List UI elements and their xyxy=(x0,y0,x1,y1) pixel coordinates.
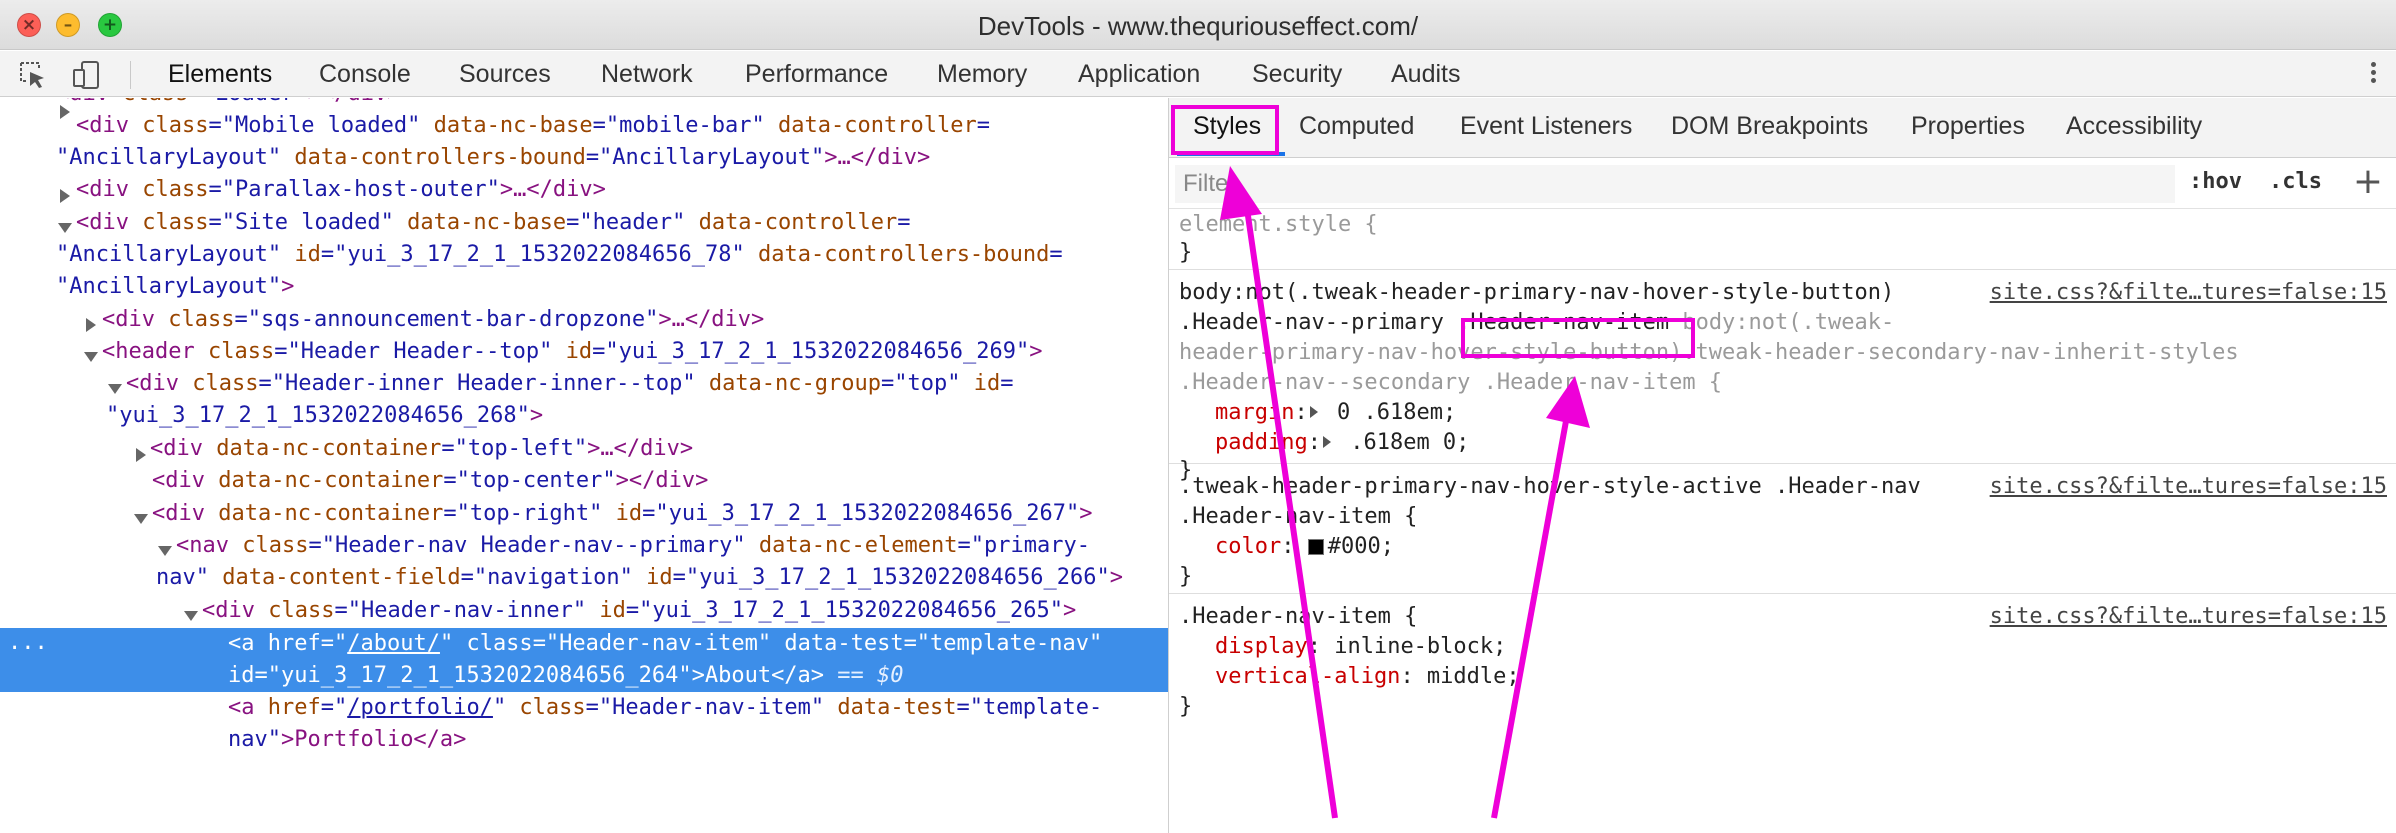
tab-application[interactable]: Application xyxy=(1078,60,1200,89)
dom-node-line-continuation: nav" data-content-field="navigation" id=… xyxy=(156,565,1123,590)
side-pane-tabs: Styles Computed Event Listeners DOM Brea… xyxy=(1169,98,2396,158)
dom-node-line[interactable]: <nav class="Header-nav Header-nav--prima… xyxy=(176,530,1090,562)
tab-memory[interactable]: Memory xyxy=(937,60,1027,89)
rule-source-link[interactable]: site.css?&filte…tures=false:15 xyxy=(1990,278,2387,308)
rule-selector[interactable]: element.style { xyxy=(1179,210,1378,240)
tab-console[interactable]: Console xyxy=(319,60,411,89)
dom-node-line-continuation: "AncillaryLayout"> xyxy=(56,274,295,299)
css-declaration[interactable]: color: #000; xyxy=(1215,532,1394,562)
styles-filter-input[interactable] xyxy=(1175,165,2175,203)
node-actions-ellipsis-icon[interactable]: ... xyxy=(8,630,48,655)
dom-node-line[interactable]: <div class="sqs-announcement-bar-dropzon… xyxy=(102,304,764,336)
rule-selector[interactable]: .Header-nav-item { xyxy=(1179,502,1417,532)
collapse-triangle-icon[interactable] xyxy=(84,352,98,362)
annotation-box-selector xyxy=(1461,318,1695,358)
dom-node-line-continuation: "AncillaryLayout" data-controllers-bound… xyxy=(56,145,931,170)
collapse-triangle-icon[interactable] xyxy=(184,611,198,621)
collapse-triangle-icon[interactable] xyxy=(134,514,148,524)
hover-state-toggle[interactable]: :hov xyxy=(2189,169,2242,194)
new-style-rule-button[interactable]: + xyxy=(2353,161,2383,202)
collapse-triangle-icon[interactable] xyxy=(108,384,122,394)
inspect-element-icon[interactable] xyxy=(18,60,48,90)
annotation-box-styles-tab xyxy=(1171,105,1279,155)
rule-source-link[interactable]: site.css?&filte…tures=false:15 xyxy=(1990,602,2387,632)
dom-node-line[interactable]: <div data-nc-container="top-right" id="y… xyxy=(152,498,1092,530)
rule-selector-unmatched: .Header-nav--secondary .Header-nav-item … xyxy=(1179,370,1723,395)
style-rule: .tweak-header-primary-nav-hover-style-ac… xyxy=(1169,466,2396,594)
expand-triangle-icon[interactable] xyxy=(136,448,146,462)
tab-security[interactable]: Security xyxy=(1252,60,1342,89)
tab-network[interactable]: Network xyxy=(601,60,693,89)
dom-tree: <div class="Loader"></div> <div class="M… xyxy=(0,98,1168,833)
dom-node-line[interactable]: <div class="Site loaded" data-nc-base="h… xyxy=(76,207,911,239)
rule-close-brace: } xyxy=(1179,240,1193,265)
color-swatch-icon xyxy=(1307,539,1324,555)
expand-triangle-icon[interactable] xyxy=(86,318,96,332)
dom-node-line-continuation: id="yui_3_17_2_1_1532022084656_264">Abou… xyxy=(228,663,904,688)
rule-selector[interactable]: .tweak-header-primary-nav-hover-style-ac… xyxy=(1179,472,1921,502)
tab-dom-breakpoints[interactable]: DOM Breakpoints xyxy=(1671,112,1868,141)
css-declaration[interactable]: display: inline-block; xyxy=(1215,632,1506,662)
rule-selector-unmatched: header-primary-nav-hover-style-button).t… xyxy=(1179,340,2239,365)
console-ref-indicator: == $0 xyxy=(824,663,904,688)
dom-node-line-continuation: nav">Portfolio</a> xyxy=(228,727,467,752)
dom-node-line[interactable]: <div class="Header-nav-inner" id="yui_3_… xyxy=(202,595,1076,627)
device-toolbar-icon[interactable] xyxy=(72,60,102,90)
class-toggle[interactable]: .cls xyxy=(2269,169,2322,194)
dom-node-line[interactable]: <div class="Parallax-host-outer">…</div> xyxy=(76,174,606,206)
tab-accessibility[interactable]: Accessibility xyxy=(2066,112,2202,141)
dom-node-line[interactable]: <div data-nc-container="top-center"></di… xyxy=(152,465,708,497)
window-title: DevTools - www.thequriouseffect.com/ xyxy=(977,11,1419,41)
dom-node-line[interactable]: <div class="Loader"></div> xyxy=(56,98,400,110)
dom-node-line[interactable]: <div class="Mobile loaded" data-nc-base=… xyxy=(76,110,990,142)
tab-elements[interactable]: Elements xyxy=(168,60,272,89)
rule-source-link[interactable]: site.css?&filte…tures=false:15 xyxy=(1990,472,2387,502)
href-link[interactable]: /about/ xyxy=(347,631,440,656)
dom-node-line[interactable]: <a href="/about/" class="Header-nav-item… xyxy=(228,628,1102,660)
rule-close-brace: } xyxy=(1179,694,1193,719)
dom-node-line[interactable]: <a href="/portfolio/" class="Header-nav-… xyxy=(228,692,1102,724)
style-rule: body:not(.tweak-header-primary-nav-hover… xyxy=(1169,272,2396,483)
dom-node-line[interactable]: <div data-nc-container="top-left">…</div… xyxy=(150,433,693,465)
toolbar-separator xyxy=(130,61,131,89)
tab-event-listeners[interactable]: Event Listeners xyxy=(1460,112,1632,141)
dom-node-line[interactable]: <header class="Header Header--top" id="y… xyxy=(102,336,1042,368)
styles-filter-bar: :hov .cls + xyxy=(1169,159,2396,209)
css-declaration[interactable]: margin: 0 .618em; xyxy=(1215,398,1456,428)
rule-close-brace: } xyxy=(1179,564,1193,589)
expand-shorthand-icon xyxy=(1309,406,1318,418)
styles-side-pane: Styles Computed Event Listeners DOM Brea… xyxy=(1168,98,2396,833)
tab-computed[interactable]: Computed xyxy=(1299,112,1414,141)
dom-node-line-continuation: "yui_3_17_2_1_1532022084656_268"> xyxy=(106,403,544,428)
expand-shorthand-icon xyxy=(1322,436,1331,448)
expand-triangle-icon[interactable] xyxy=(60,105,70,119)
style-rule: .Header-nav-item { site.css?&filte…tures… xyxy=(1169,596,2396,726)
css-declaration[interactable]: padding: .618em 0; xyxy=(1215,428,1469,458)
rule-selector[interactable]: body:not(.tweak-header-primary-nav-hover… xyxy=(1179,278,1894,308)
collapse-triangle-icon[interactable] xyxy=(58,223,72,233)
window-title-bar: × – + DevTools - www.thequriouseffect.co… xyxy=(0,0,2396,50)
devtools-toolbar: Elements Console Sources Network Perform… xyxy=(0,51,2396,97)
dom-node-line-continuation: "AncillaryLayout" id="yui_3_17_2_1_15320… xyxy=(56,242,1063,267)
collapse-triangle-icon[interactable] xyxy=(158,546,172,556)
expand-triangle-icon[interactable] xyxy=(60,189,70,203)
dom-node-line[interactable]: <div class="Header-inner Header-inner--t… xyxy=(126,368,1014,400)
tab-performance[interactable]: Performance xyxy=(745,60,888,89)
rule-selector[interactable]: .Header-nav-item { xyxy=(1179,602,1417,632)
css-declaration[interactable]: vertical-align: middle; xyxy=(1215,662,1520,692)
tab-sources[interactable]: Sources xyxy=(459,60,551,89)
kebab-menu-icon[interactable] xyxy=(2368,59,2378,89)
tab-audits[interactable]: Audits xyxy=(1391,60,1460,89)
tab-properties[interactable]: Properties xyxy=(1911,112,2025,141)
href-link[interactable]: /portfolio/ xyxy=(347,695,493,720)
style-rule-element: element.style { } xyxy=(1169,210,2396,270)
